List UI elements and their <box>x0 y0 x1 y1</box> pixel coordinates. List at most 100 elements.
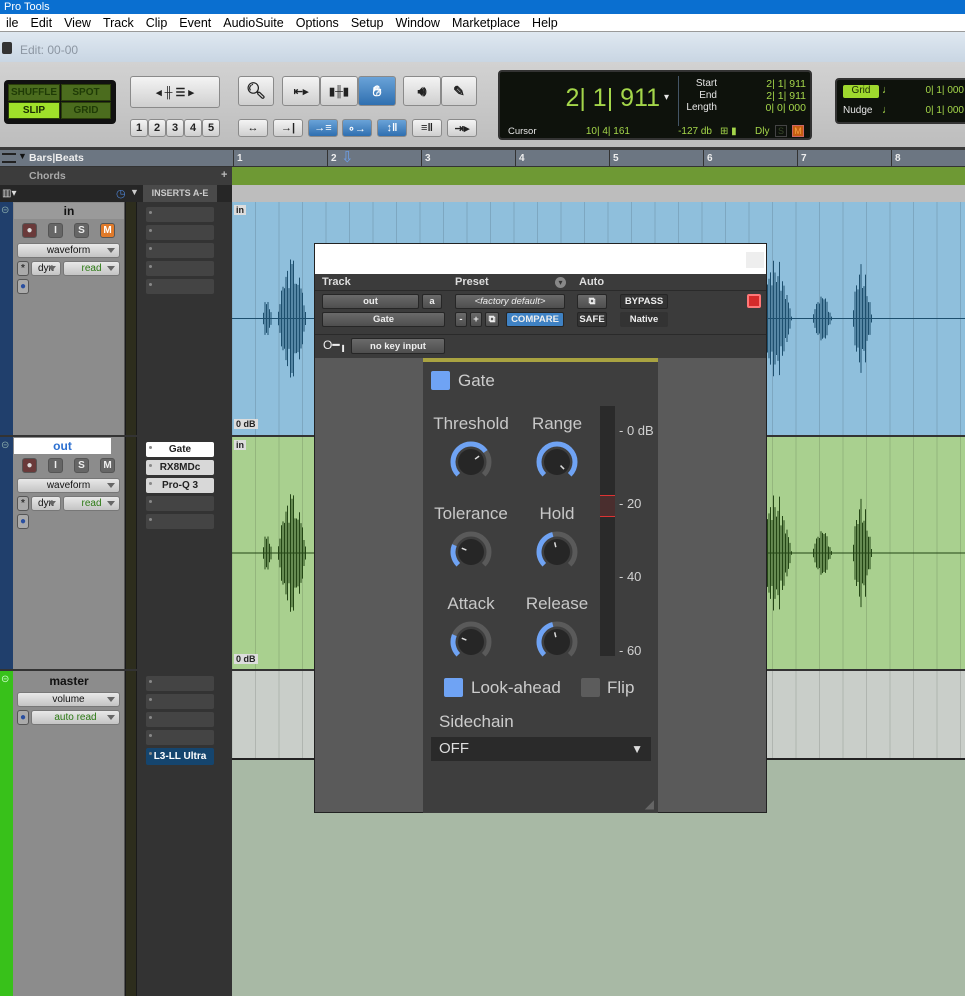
track-list-icon[interactable]: ▥▾ <box>2 188 16 199</box>
selector-tool[interactable]: ▮╫▮ <box>320 76 358 106</box>
bar-marker[interactable]: 5 <box>609 150 619 167</box>
hold-knob[interactable] <box>536 531 578 573</box>
tolerance-knob[interactable] <box>450 531 492 573</box>
bar-marker[interactable]: 7 <box>797 150 807 167</box>
playhead-arrow-icon[interactable]: ⇩ <box>341 150 354 166</box>
main-counter-value[interactable]: 2| 1| 911 <box>510 84 660 113</box>
track-name[interactable]: master <box>14 673 124 689</box>
insert-slot-b[interactable]: RX8MDc <box>146 460 214 475</box>
dyn-button[interactable]: dyn <box>31 261 61 276</box>
attack-knob[interactable] <box>450 621 492 663</box>
automation-mode-selector[interactable]: auto read <box>31 710 120 725</box>
spot-mode-button[interactable]: SPOT <box>61 84 111 101</box>
record-button[interactable]: ● <box>22 223 37 238</box>
nudge-value[interactable]: 0| 1| 000 <box>907 105 964 116</box>
resize-handle-icon[interactable]: ◢ <box>645 797 654 811</box>
add-chord-button[interactable]: + <box>221 169 227 181</box>
inserts-header[interactable]: INSERTS A-E <box>143 185 217 202</box>
bar-marker[interactable]: 2 <box>327 150 337 167</box>
bars-beats-ruler[interactable]: ▼ Bars|Beats 1 2 3 4 5 6 7 8 ⇩ <box>0 150 965 167</box>
waveform-zoom-icon[interactable]: ◂ ╫ ☰ ▸ <box>156 86 194 99</box>
track-view-selector[interactable]: volume <box>17 692 120 707</box>
link-track-button[interactable]: ↕‖ <box>377 119 407 137</box>
s-indicator[interactable]: S <box>775 125 787 137</box>
solo-button[interactable]: S <box>74 223 89 238</box>
grid-button[interactable]: Grid <box>843 85 879 98</box>
keyboard-focus-button[interactable]: ≡‖ <box>412 119 442 137</box>
delay-comp-icon[interactable]: ⊞ ▮ <box>720 126 737 137</box>
insert-slot-e[interactable]: L3-LL Ultra <box>146 748 214 765</box>
insertion-follows-playback-button[interactable]: →≡ <box>308 119 338 137</box>
menu-event[interactable]: Event <box>173 16 217 30</box>
bar-marker[interactable]: 4 <box>515 150 525 167</box>
timebase-icon[interactable]: ● <box>17 279 29 294</box>
grid-value[interactable]: 0| 1| 000 <box>907 85 964 96</box>
insert-slot-c[interactable] <box>146 243 214 258</box>
next-preset-button[interactable]: + <box>470 312 482 327</box>
zoom-preset-1[interactable]: 1 <box>130 119 148 137</box>
pencil-tool[interactable]: ✎ <box>441 76 477 106</box>
start-value[interactable]: 2| 1| 911 <box>730 78 806 90</box>
menu-setup[interactable]: Setup <box>345 16 390 30</box>
tab-button[interactable]: ⇥▸ <box>447 119 477 137</box>
preset-selector[interactable]: <factory default> <box>455 294 565 309</box>
bar-marker[interactable]: 8 <box>891 150 901 167</box>
channel-selector[interactable]: a <box>422 294 442 309</box>
clip-gain[interactable]: 0 dB <box>234 419 258 429</box>
automation-mode-selector[interactable]: read <box>63 496 120 511</box>
lookahead-checkbox[interactable] <box>444 678 463 697</box>
insert-slot-b[interactable] <box>146 694 214 709</box>
freeze-icon[interactable]: * <box>17 496 29 511</box>
safe-button[interactable]: SAFE <box>577 312 607 327</box>
dly-label[interactable]: Dly <box>755 126 769 137</box>
track-name[interactable]: in <box>14 203 124 219</box>
m-indicator[interactable]: M <box>792 125 804 137</box>
zoom-preset-5[interactable]: 5 <box>202 119 220 137</box>
grid-mode-button[interactable]: GRID <box>61 102 111 119</box>
range-knob[interactable] <box>536 441 578 483</box>
clock-icon[interactable]: ◷ <box>116 187 126 200</box>
insert-slot-c[interactable] <box>146 712 214 727</box>
input-monitor-button[interactable]: I <box>48 223 63 238</box>
track-view-selector[interactable]: waveform <box>17 478 120 493</box>
menu-marketplace[interactable]: Marketplace <box>446 16 526 30</box>
input-monitor-button[interactable]: I <box>48 458 63 473</box>
track-name[interactable]: out <box>14 438 111 454</box>
mute-button[interactable]: M <box>100 458 115 473</box>
zoomer-tool[interactable]: 🔍︎ <box>238 76 274 106</box>
insert-slot-a[interactable] <box>146 207 214 222</box>
menu-edit[interactable]: Edit <box>25 16 59 30</box>
insert-slot-a[interactable] <box>146 676 214 691</box>
copy-settings-icon[interactable]: ⧉ <box>485 312 499 327</box>
automation-icon[interactable]: ⧉ <box>577 294 607 309</box>
menu-options[interactable]: Options <box>290 16 345 30</box>
ruler-menu-icon[interactable] <box>2 153 16 163</box>
insert-slot-d[interactable] <box>146 730 214 745</box>
length-value[interactable]: 0| 0| 000 <box>730 102 807 114</box>
menu-file[interactable]: ile <box>0 16 25 30</box>
automation-mode-selector[interactable]: read <box>63 261 120 276</box>
zoom-preset-3[interactable]: 3 <box>166 119 184 137</box>
record-button[interactable]: ● <box>22 458 37 473</box>
flip-checkbox[interactable] <box>581 678 600 697</box>
expand-icon[interactable]: ⊝ <box>1 205 9 216</box>
bar-marker[interactable]: 3 <box>421 150 431 167</box>
insert-slot-b[interactable] <box>146 225 214 240</box>
freeze-icon[interactable]: * <box>17 261 29 276</box>
insert-slot-d[interactable] <box>146 496 214 511</box>
dyn-button[interactable]: dyn <box>31 496 61 511</box>
threshold-marker[interactable] <box>600 495 615 517</box>
expand-icon[interactable]: ⊝ <box>1 674 9 685</box>
chevron-down-icon[interactable]: ▼ <box>18 151 27 161</box>
menu-window[interactable]: Window <box>389 16 445 30</box>
track-selector[interactable]: out <box>322 294 419 309</box>
gate-enable-checkbox[interactable] <box>431 371 450 390</box>
grabber-tool[interactable]: ✋︎ <box>358 76 396 106</box>
zoom-preset-2[interactable]: 2 <box>148 119 166 137</box>
insert-slot-a[interactable]: Gate <box>146 442 214 457</box>
track-view-selector[interactable]: waveform <box>17 243 120 258</box>
chord-lane[interactable] <box>232 167 965 185</box>
timebase-icon[interactable]: ● <box>17 514 29 529</box>
trim-tool[interactable]: ⇤▸ <box>282 76 320 106</box>
insert-slot-c[interactable]: Pro-Q 3 <box>146 478 214 493</box>
